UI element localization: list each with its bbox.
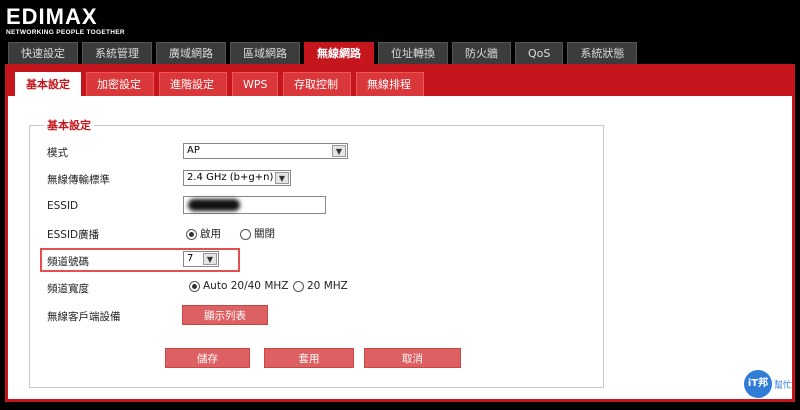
tab-qos[interactable]: QoS: [515, 42, 564, 64]
radio-empty-icon[interactable]: [240, 228, 251, 240]
tab-system-status[interactable]: 系統狀態: [567, 42, 638, 64]
tab-wireless[interactable]: 無線網路: [304, 42, 374, 64]
watermark: iT邦 幫忙: [743, 370, 792, 398]
sub-tab-bar: 基本設定 加密設定 進階設定 WPS 存取控制 無線排程: [5, 64, 795, 96]
broadcast-off-label: 關閉: [254, 228, 275, 240]
tab-system-admin[interactable]: 系統管理: [82, 42, 152, 64]
cancel-button[interactable]: 取消: [364, 348, 461, 368]
broadcast-label: ESSID廣播: [47, 229, 100, 241]
channel-select[interactable]: 7 ▼: [183, 251, 219, 267]
tab-lan[interactable]: 區域網路: [230, 42, 300, 64]
subtab-access-control[interactable]: 存取控制: [283, 72, 351, 96]
client-label: 無線客戶端設備: [47, 311, 121, 323]
width-auto-option[interactable]: Auto 20/40 MHZ: [189, 280, 288, 292]
standard-select[interactable]: 2.4 GHz (b+g+n) ▼: [183, 170, 291, 186]
save-button[interactable]: 儲存: [165, 348, 250, 368]
broadcast-on-label: 啟用: [200, 228, 221, 240]
subtab-wps[interactable]: WPS: [232, 72, 278, 96]
mode-label: 模式: [47, 147, 68, 159]
section-title: 基本設定: [44, 117, 94, 133]
essid-label: ESSID: [47, 200, 79, 212]
logo-text: EDIMAX: [6, 4, 98, 29]
broadcast-enable-option[interactable]: 啟用: [186, 226, 221, 241]
essid-input[interactable]: [183, 196, 326, 214]
chevron-down-icon: ▼: [332, 145, 346, 157]
width-20-label: 20 MHZ: [307, 280, 348, 292]
mode-value: AP: [187, 145, 200, 156]
tab-quick-setup[interactable]: 快速設定: [8, 42, 78, 64]
radio-selected-icon[interactable]: [186, 228, 197, 240]
subtab-basic[interactable]: 基本設定: [15, 72, 81, 96]
chevron-down-icon: ▼: [203, 253, 217, 265]
width-label: 頻道寬度: [47, 283, 89, 295]
show-client-list-button[interactable]: 顯示列表: [182, 305, 268, 325]
chevron-down-icon: ▼: [275, 172, 289, 184]
content-panel: 基本設定 模式 AP ▼ 無線傳輸標準 2.4 GHz (b+g+n) ▼ ES…: [5, 96, 795, 402]
tab-wan[interactable]: 廣域網路: [156, 42, 226, 64]
watermark-badge-icon: iT邦: [743, 370, 772, 398]
brand-logo: EDIMAX NETWORKING PEOPLE TOGETHER: [6, 4, 125, 37]
mode-select[interactable]: AP ▼: [183, 143, 348, 159]
tab-firewall[interactable]: 防火牆: [452, 42, 511, 64]
standard-label: 無線傳輸標準: [47, 174, 110, 186]
watermark-text: 幫忙: [773, 380, 792, 391]
channel-value: 7: [187, 253, 194, 264]
main-tab-bar: 快速設定 系統管理 廣域網路 區域網路 無線網路 位址轉換 防火牆 QoS 系統…: [8, 42, 641, 64]
radio-empty-icon[interactable]: [293, 280, 304, 292]
radio-selected-icon[interactable]: [189, 280, 200, 292]
subtab-security[interactable]: 加密設定: [86, 72, 154, 96]
width-20-option[interactable]: 20 MHZ: [293, 280, 348, 292]
width-auto-label: Auto 20/40 MHZ: [203, 280, 289, 292]
channel-label: 頻道號碼: [47, 256, 89, 268]
subtab-schedule[interactable]: 無線排程: [356, 72, 424, 96]
redacted-ssid: [188, 199, 240, 211]
standard-value: 2.4 GHz (b+g+n): [187, 172, 274, 183]
logo-tagline: NETWORKING PEOPLE TOGETHER: [6, 29, 125, 36]
apply-button[interactable]: 套用: [264, 348, 354, 368]
tab-nat[interactable]: 位址轉換: [378, 42, 448, 64]
broadcast-disable-option[interactable]: 關閉: [240, 226, 275, 241]
subtab-advanced[interactable]: 進階設定: [159, 72, 227, 96]
